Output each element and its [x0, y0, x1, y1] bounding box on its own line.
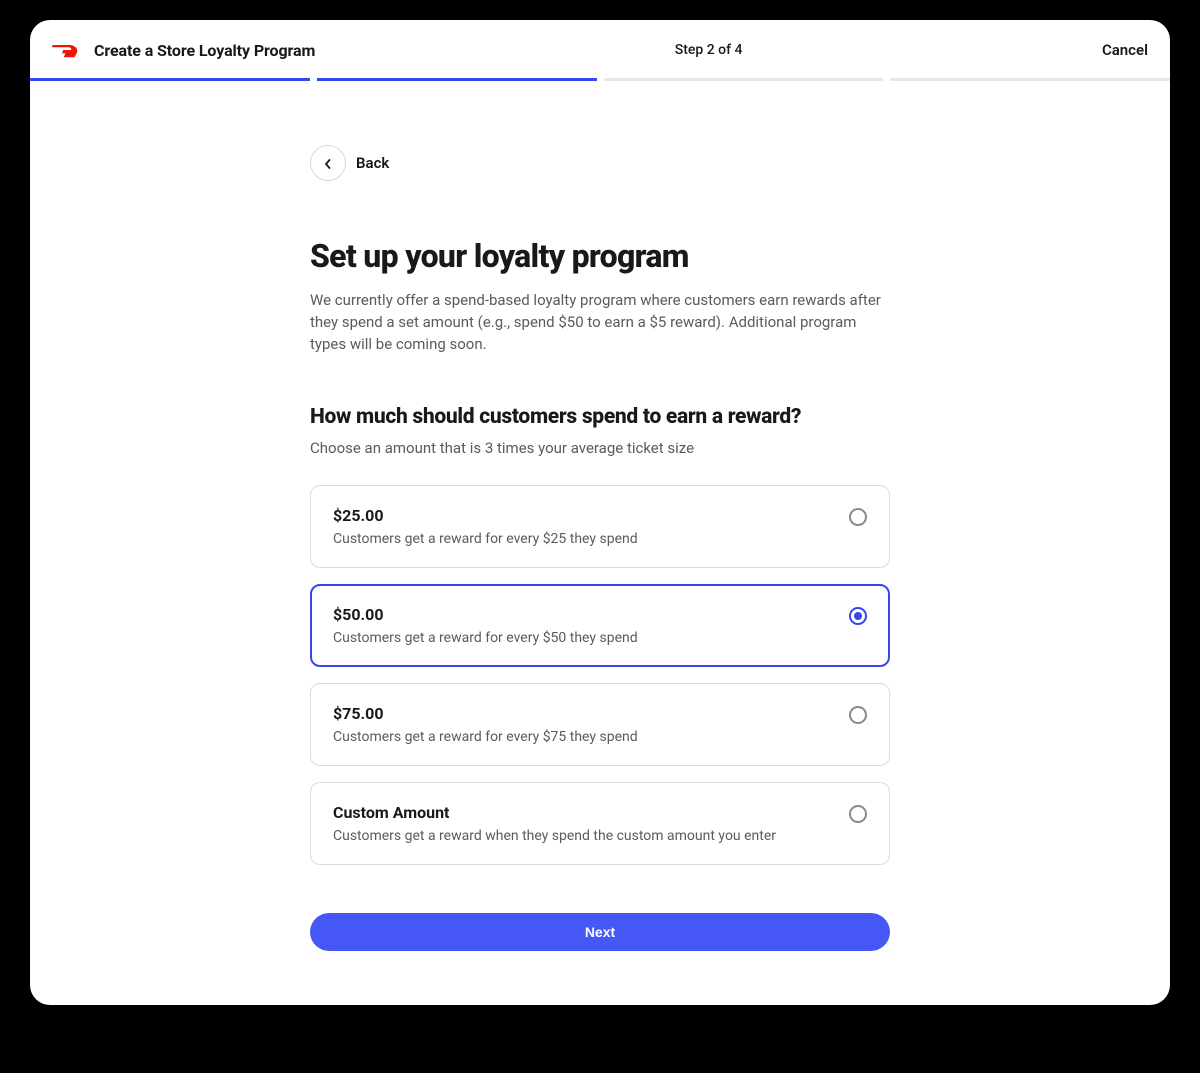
window: Create a Store Loyalty Program Step 2 of… [30, 20, 1170, 1005]
doordash-logo-icon [52, 41, 80, 59]
radio-selected-icon [849, 607, 867, 625]
option-text: $75.00 Customers get a reward for every … [333, 704, 849, 745]
back-button[interactable]: Back [310, 145, 890, 181]
option-75[interactable]: $75.00 Customers get a reward for every … [310, 683, 890, 766]
page-description: We currently offer a spend-based loyalty… [310, 289, 890, 355]
option-25[interactable]: $25.00 Customers get a reward for every … [310, 485, 890, 568]
option-50[interactable]: $50.00 Customers get a reward for every … [310, 584, 890, 667]
section-title: How much should customers spend to earn … [310, 405, 890, 429]
page-title: Set up your loyalty program [310, 237, 890, 275]
option-text: $25.00 Customers get a reward for every … [333, 506, 849, 547]
page-header-title: Create a Store Loyalty Program [94, 41, 315, 60]
section-subtitle: Choose an amount that is 3 times your av… [310, 439, 890, 457]
option-title: $25.00 [333, 506, 849, 525]
option-text: $50.00 Customers get a reward for every … [333, 605, 849, 646]
progress-segment-2 [317, 78, 597, 81]
option-text: Custom Amount Customers get a reward whe… [333, 803, 849, 844]
header: Create a Store Loyalty Program Step 2 of… [30, 20, 1170, 78]
option-title: $50.00 [333, 605, 849, 624]
option-title: $75.00 [333, 704, 849, 723]
spend-amount-options: $25.00 Customers get a reward for every … [310, 485, 890, 865]
progress-segment-4 [890, 78, 1170, 81]
radio-icon [849, 805, 867, 823]
radio-icon [849, 706, 867, 724]
progress-segment-1 [30, 78, 310, 81]
option-title: Custom Amount [333, 803, 849, 822]
option-description: Customers get a reward for every $25 the… [333, 531, 849, 547]
option-description: Customers get a reward when they spend t… [333, 828, 849, 844]
back-label: Back [356, 154, 389, 172]
radio-icon [849, 508, 867, 526]
option-custom[interactable]: Custom Amount Customers get a reward whe… [310, 782, 890, 865]
header-left: Create a Store Loyalty Program [52, 41, 315, 60]
content: Back Set up your loyalty program We curr… [310, 81, 890, 951]
next-button[interactable]: Next [310, 913, 890, 951]
progress-segment-3 [604, 78, 884, 81]
option-description: Customers get a reward for every $50 the… [333, 630, 849, 646]
step-indicator: Step 2 of 4 [675, 42, 743, 58]
option-description: Customers get a reward for every $75 the… [333, 729, 849, 745]
back-circle [310, 145, 346, 181]
cancel-button[interactable]: Cancel [1102, 41, 1148, 59]
chevron-left-icon [323, 154, 333, 173]
